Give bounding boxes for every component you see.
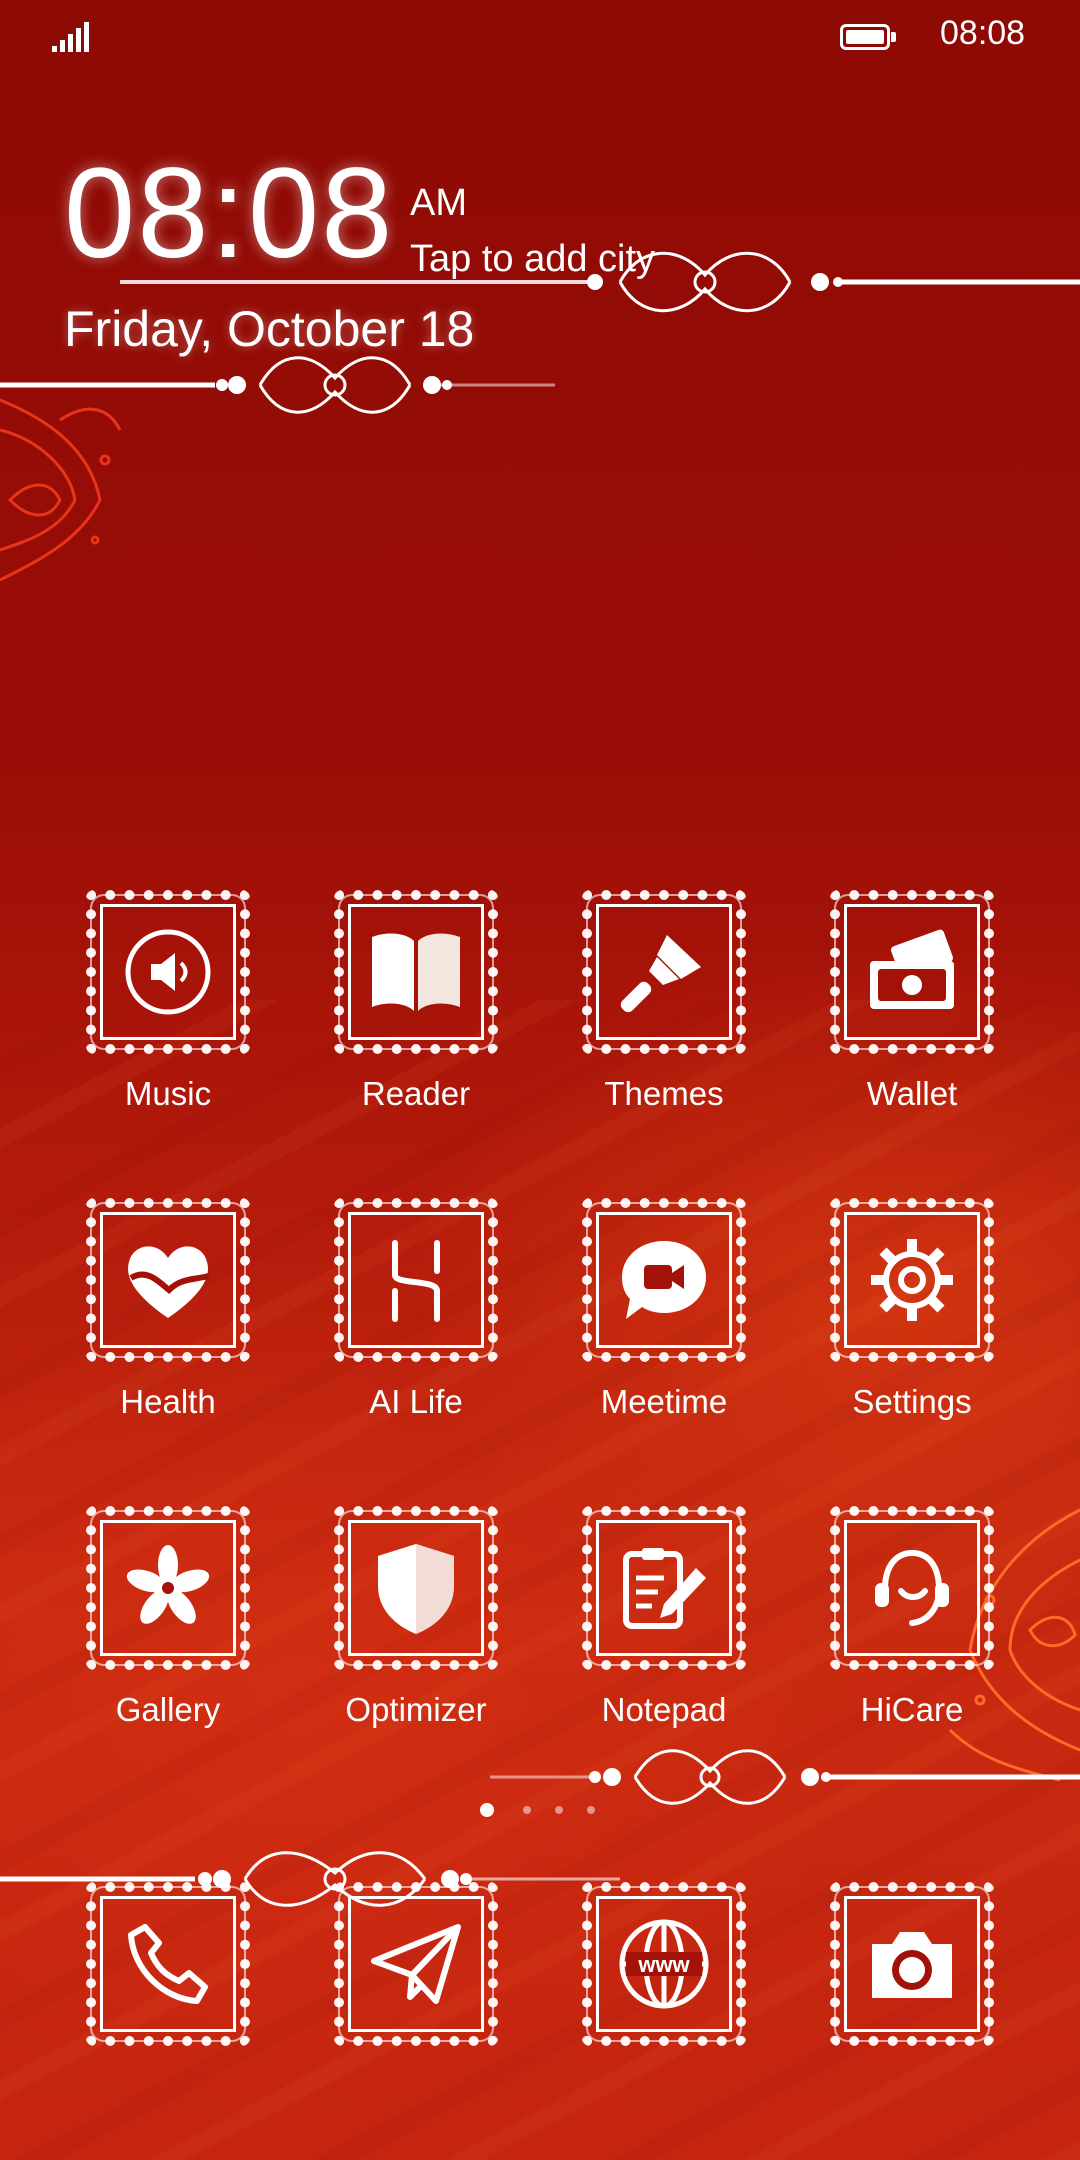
headset-icon [830, 1506, 994, 1670]
app-label: Wallet [866, 1075, 958, 1112]
page-dot-active[interactable] [480, 1803, 494, 1817]
status-bar: 08:08 [0, 0, 1080, 70]
clock-date[interactable]: Friday, October 18 [64, 300, 474, 358]
app-notepad[interactable]: Notepad [559, 1506, 769, 1766]
ai-life-icon [334, 1198, 498, 1362]
heart-icon [86, 1198, 250, 1362]
app-label: Settings [852, 1383, 972, 1420]
dock-phone[interactable] [63, 1882, 273, 2142]
phone-icon [86, 1882, 250, 2046]
dock-browser[interactable]: www [559, 1882, 769, 2142]
app-label: Health [120, 1383, 216, 1420]
shield-icon [334, 1506, 498, 1670]
paintbrush-icon [582, 890, 746, 1054]
floral-corner-left [0, 398, 122, 582]
app-label: Notepad [601, 1691, 727, 1728]
globe-www-icon: www [582, 1882, 746, 2046]
video-chat-icon [582, 1198, 746, 1362]
app-label: Music [124, 1075, 212, 1112]
app-health[interactable]: Health [63, 1198, 273, 1458]
app-optimizer[interactable]: Optimizer [311, 1506, 521, 1766]
page-dot[interactable] [523, 1806, 531, 1814]
app-label: Themes [604, 1075, 724, 1112]
app-label: AI Life [369, 1383, 463, 1420]
app-music[interactable]: Music [63, 890, 273, 1150]
app-label: Reader [361, 1075, 471, 1112]
app-hicare[interactable]: HiCare [807, 1506, 1017, 1766]
add-city-link[interactable]: Tap to add city [410, 238, 655, 281]
app-label: HiCare [860, 1691, 964, 1728]
app-label: Gallery [115, 1691, 221, 1728]
dock-messages[interactable] [311, 1882, 521, 2142]
app-settings[interactable]: Settings [807, 1198, 1017, 1458]
send-icon [334, 1882, 498, 2046]
www-text: www [637, 1952, 690, 1977]
app-wallet[interactable]: Wallet [807, 890, 1017, 1150]
page-indicator[interactable] [480, 1800, 610, 1820]
app-ai-life[interactable]: AI Life [311, 1198, 521, 1458]
app-reader[interactable]: Reader [311, 890, 521, 1150]
flower-icon [86, 1506, 250, 1670]
camera-icon [830, 1882, 994, 2046]
wallet-icon [830, 890, 994, 1054]
app-themes[interactable]: Themes [559, 890, 769, 1150]
clock-time[interactable]: 08:08 [64, 150, 394, 278]
app-label: Optimizer [345, 1691, 487, 1728]
battery-icon [840, 24, 896, 50]
book-icon [334, 890, 498, 1054]
app-meetime[interactable]: Meetime [559, 1198, 769, 1458]
gear-icon [830, 1198, 994, 1362]
speaker-icon [86, 890, 250, 1054]
status-time: 08:08 [940, 14, 1026, 52]
clock-ampm: AM [410, 182, 467, 224]
page-dot[interactable] [555, 1806, 563, 1814]
page-dot[interactable] [587, 1806, 595, 1814]
app-label: Meetime [600, 1383, 728, 1420]
clipboard-pencil-icon [582, 1506, 746, 1670]
dock-camera[interactable] [807, 1882, 1017, 2142]
signal-icon [52, 22, 92, 52]
app-gallery[interactable]: Gallery [63, 1506, 273, 1766]
